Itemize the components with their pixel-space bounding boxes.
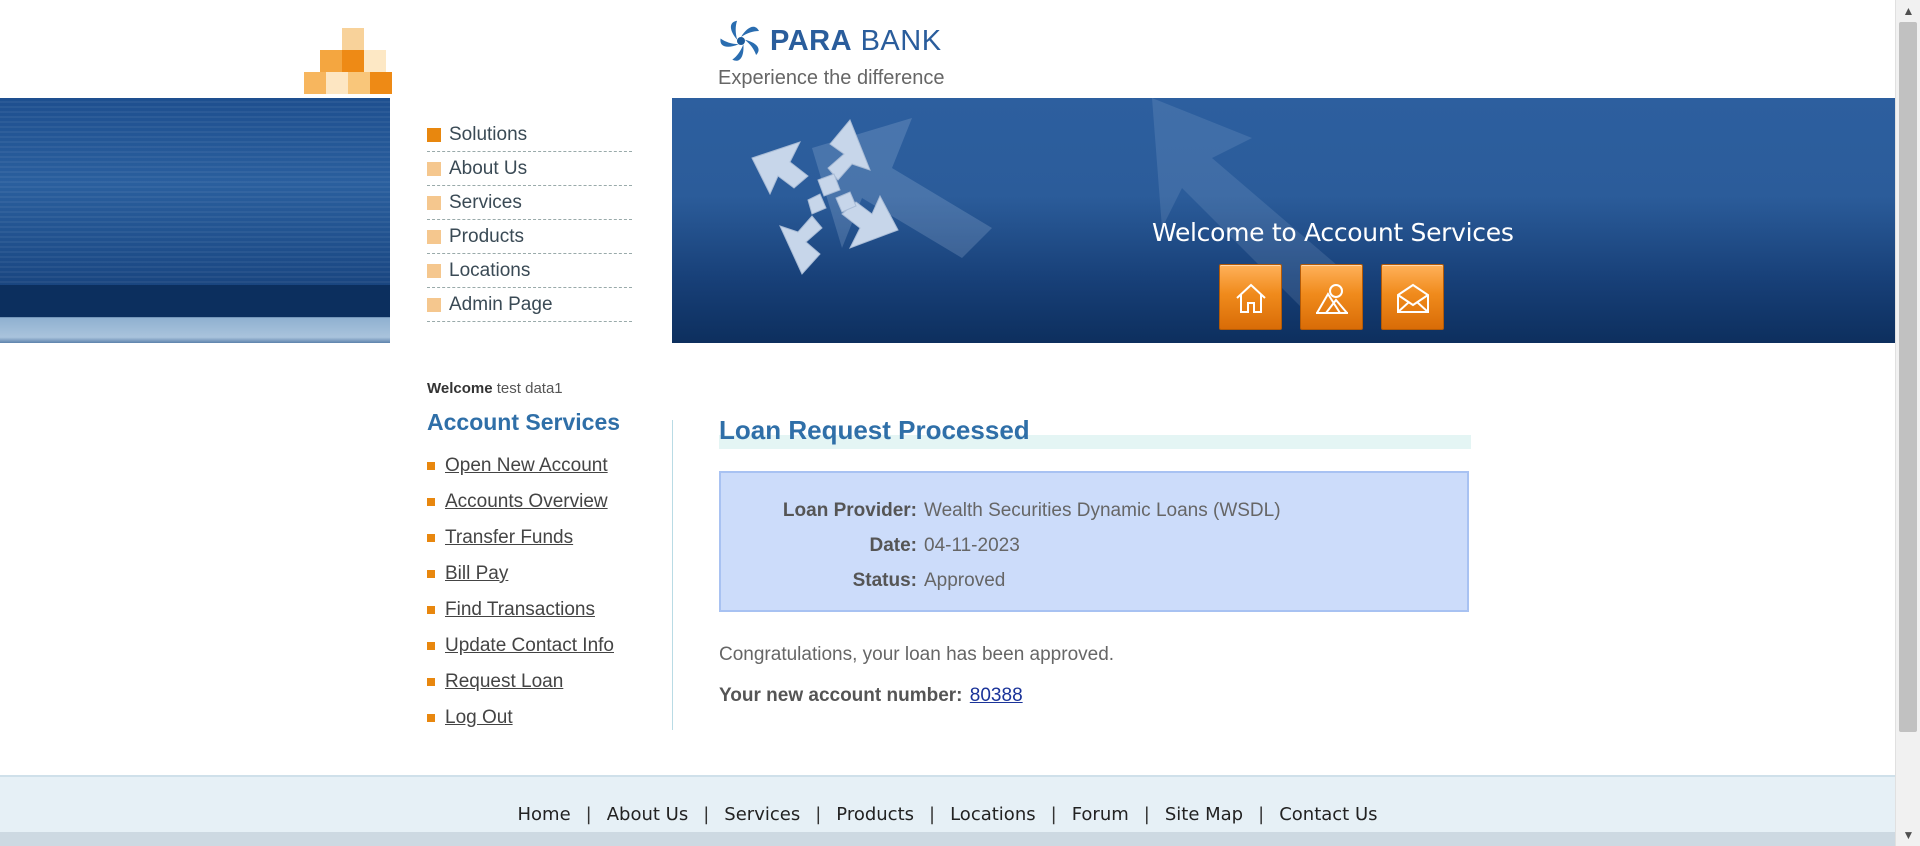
find-transactions-link[interactable]: Find Transactions [445,599,595,621]
accounts-overview-link[interactable]: Accounts Overview [445,491,608,513]
approval-message: Congratulations, your loan has been appr… [719,644,1115,665]
new-account-line: Your new account number: 80388 [719,685,1023,706]
menu-item-locations[interactable]: Locations [427,254,632,288]
transfer-funds-link[interactable]: Transfer Funds [445,527,573,549]
scrollbar[interactable]: ▲ ▼ [1895,0,1920,846]
bullet-square-icon [427,297,441,312]
footer-forum-link[interactable]: Forum [1072,804,1129,825]
user-name: test data1 [496,380,563,397]
footer-about-us-link[interactable]: About Us [607,804,689,825]
parabank-logo[interactable]: PARA BANK [718,18,942,64]
about-icon [1316,284,1348,314]
bullet-square-icon [427,263,441,278]
footer-services-link[interactable]: Services [724,804,800,825]
account-services-title: Account Services [427,409,621,435]
banner-title: Welcome to Account Services [1152,218,1514,247]
column-divider [672,420,673,730]
brand-name: PARA BANK [770,24,942,57]
home-button[interactable] [1219,264,1282,330]
bullet-icon [427,714,435,722]
bullet-square-icon [427,127,441,142]
home-icon [1236,283,1266,313]
page-title: Loan Request Processed [719,415,1471,451]
scrollbar-thumb[interactable] [1899,22,1917,732]
menu-item-services[interactable]: Services [427,186,632,220]
scroll-down-arrow-icon[interactable]: ▼ [1896,824,1920,846]
bullet-square-icon [427,161,441,176]
open-new-account-link[interactable]: Open New Account [445,455,608,477]
sidebar-item: Open New Account [427,448,667,484]
sidebar-item: Update Contact Info [427,628,667,664]
bill-pay-link[interactable]: Bill Pay [445,563,508,585]
decorative-squares [304,28,392,98]
bullet-icon [427,570,435,578]
date-row: Date: 04-11-2023 [869,534,1020,556]
main-content: Loan Request Processed Loan Provider: Wea… [719,415,1471,707]
menu-item-about-us[interactable]: About Us [427,152,632,186]
menu-item-products[interactable]: Products [427,220,632,254]
sidebar-item: Find Transactions [427,592,667,628]
menu-item-solutions[interactable]: Solutions [427,118,632,152]
request-loan-link[interactable]: Request Loan [445,671,563,693]
bullet-icon [427,606,435,614]
account-sidebar: Welcome test data1 Account Services Open… [427,380,667,736]
date-value: 04-11-2023 [924,534,1020,556]
footer-home-link[interactable]: Home [517,804,570,825]
banner-panel: Welcome to Account Services [672,98,1895,343]
header: PARA BANK Experience the difference [0,0,1895,98]
loan-provider-row: Loan Provider: Wealth Securities Dynamic … [782,499,1281,521]
welcome-message: Welcome test data1 [427,380,563,397]
footer: Home | About Us | Services | Products | Loca… [0,775,1895,846]
log-out-link[interactable]: Log Out [445,707,513,729]
bullet-square-icon [427,229,441,244]
envelope-icon [1397,283,1429,313]
sidebar-item: Transfer Funds [427,520,667,556]
status-row: Status: Approved [852,569,1006,591]
loan-provider-value: Wealth Securities Dynamic Loans (WSDL) [924,499,1281,521]
bullet-square-icon [427,195,441,210]
bullet-icon [427,642,435,650]
update-contact-info-link[interactable]: Update Contact Info [445,635,614,657]
footer-products-link[interactable]: Products [836,804,914,825]
footer-site-map-link[interactable]: Site Map [1165,804,1243,825]
contact-button[interactable] [1381,264,1444,330]
sidebar-item: Accounts Overview [427,484,667,520]
about-button[interactable] [1300,264,1363,330]
sidebar-item: Bill Pay [427,556,667,592]
sidebar-item: Request Loan [427,664,667,700]
top-menu: Solutions About Us Services Products Loc… [390,98,672,368]
bullet-icon [427,462,435,470]
puzzle-arrows-icon [751,119,899,275]
footer-locations-link[interactable]: Locations [950,804,1036,825]
tagline: Experience the difference [718,67,945,89]
menu-item-admin-page[interactable]: Admin Page [427,288,632,322]
loan-details-box: Loan Provider: Wealth Securities Dynamic … [719,471,1469,612]
bullet-icon [427,678,435,686]
page: PARA BANK Experience the difference Welc [0,0,1920,846]
bullet-icon [427,534,435,542]
footer-contact-us-link[interactable]: Contact Us [1279,804,1377,825]
sidebar-item: Log Out [427,700,667,736]
bullet-icon [427,498,435,506]
new-account-number-link[interactable]: 80388 [970,685,1023,706]
footer-nav: Home | About Us | Services | Products | Loca… [517,804,1378,825]
scroll-up-arrow-icon[interactable]: ▲ [1896,0,1920,22]
parabank-logo-icon [720,20,759,61]
status-value: Approved [924,569,1006,591]
